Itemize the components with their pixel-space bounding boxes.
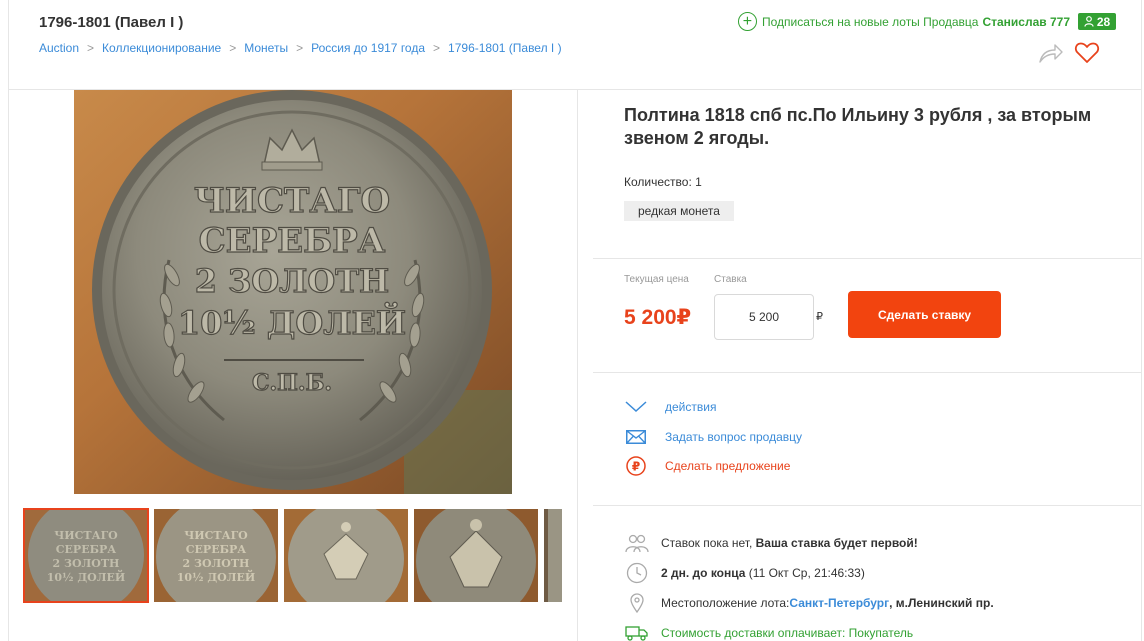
svg-text:2 ЗОЛОТН: 2 ЗОЛОТН xyxy=(53,557,120,570)
frame-border-left xyxy=(8,0,9,641)
clock-icon xyxy=(625,562,649,584)
bid-currency-mark: ₽ xyxy=(816,311,823,323)
ask-seller-link[interactable]: Задать вопрос продавцу xyxy=(625,428,802,446)
subscribe-text: Подписаться на новые лоты Продавца xyxy=(761,14,979,29)
bid-label: Ставка xyxy=(714,274,747,285)
thumbnail-4[interactable] xyxy=(414,509,538,602)
breadcrumb-coins[interactable]: Монеты xyxy=(244,41,288,55)
svg-text:СЕРЕБРА: СЕРЕБРА xyxy=(186,543,246,556)
location-rest: , м.Ленинский пр. xyxy=(889,596,994,610)
breadcrumb: Auction > Коллекционирование > Монеты > … xyxy=(39,41,562,55)
seller-name[interactable]: Станислав 777 xyxy=(982,15,1070,29)
delivery-info: Стоимость доставки оплачивает: Покупател… xyxy=(625,622,913,641)
svg-text:ЧИСТАГО: ЧИСТАГО xyxy=(184,529,248,542)
seller-rating-badge[interactable]: 28 xyxy=(1078,13,1116,30)
breadcrumb-separator: > xyxy=(433,41,441,55)
column-divider xyxy=(577,90,578,641)
bids-status-bold: Ваша ставка будет первой! xyxy=(755,536,918,550)
svg-text:10½ ДОЛЕЙ: 10½ ДОЛЕЙ xyxy=(177,569,255,584)
chevron-down-icon xyxy=(625,398,647,416)
page-title: 1796-1801 (Павел I ) xyxy=(39,14,184,31)
svg-text:10½ ДОЛЕЙ: 10½ ДОЛЕЙ xyxy=(47,569,125,584)
coin-inscription-line-5: С.П.Б. xyxy=(252,370,332,396)
place-bid-button[interactable]: Сделать ставку xyxy=(848,291,1001,338)
breadcrumb-separator: > xyxy=(296,41,304,55)
time-left-date: (11 Окт Ср, 21:46:33) xyxy=(748,566,865,580)
main-lot-photo[interactable]: ЧИСТАГО СЕРЕБРА 2 ЗОЛОТН 10½ ДОЛЕЙ С.П.Б… xyxy=(74,90,512,494)
share-icon[interactable] xyxy=(1038,42,1064,64)
actions-dropdown[interactable]: действия xyxy=(625,398,716,416)
thumbnail-2[interactable]: ЧИСТАГО СЕРЕБРА 2 ЗОЛОТН 10½ ДОЛЕЙ xyxy=(154,509,278,602)
thumbnail-3[interactable] xyxy=(284,509,408,602)
breadcrumb-russia-before-1917[interactable]: Россия до 1917 года xyxy=(311,41,425,55)
svg-text:₽: ₽ xyxy=(632,460,640,474)
svg-text:ЧИСТАГО: ЧИСТАГО xyxy=(54,529,118,542)
envelope-icon xyxy=(625,428,647,446)
bids-status: Ставок пока нет, Ваша ставка будет перво… xyxy=(625,532,918,554)
lot-location: Местоположение лота: Санкт-Петербург, м.Л… xyxy=(625,592,994,614)
coin-inscription-line-2: СЕРЕБРА xyxy=(199,221,386,261)
coin-inscription-line-1: ЧИСТАГО xyxy=(194,181,390,221)
section-divider xyxy=(593,372,1141,373)
map-pin-icon xyxy=(625,592,649,614)
lot-title: Полтина 1818 спб пс.По Ильину 3 рубля , … xyxy=(624,105,1092,148)
bid-amount-input[interactable] xyxy=(714,294,814,340)
user-badge-icon xyxy=(1084,16,1094,27)
current-price: 5 200₽ xyxy=(624,306,692,329)
plus-circle-icon: + xyxy=(737,12,757,31)
delivery-text: Стоимость доставки оплачивает: Покупател… xyxy=(661,626,914,640)
svg-text:2 ЗОЛОТН: 2 ЗОЛОТН xyxy=(183,557,250,570)
users-icon xyxy=(625,532,649,554)
heart-icon[interactable] xyxy=(1074,41,1100,65)
coin-inscription-line-3: 2 ЗОЛОТН xyxy=(195,262,390,300)
time-left-bold: 2 дн. до конца xyxy=(661,566,746,580)
thumbnail-5[interactable] xyxy=(544,509,562,602)
subscribe-seller-link[interactable]: + Подписаться на новые лоты Продавца Ста… xyxy=(737,12,1070,31)
section-divider xyxy=(593,505,1141,506)
seller-rating: 28 xyxy=(1096,14,1111,29)
ask-seller-label: Задать вопрос продавцу xyxy=(665,430,803,444)
svg-text:СЕРЕБРА: СЕРЕБРА xyxy=(56,543,116,556)
make-offer-link[interactable]: ₽ Сделать предложение xyxy=(625,456,791,476)
breadcrumb-separator: > xyxy=(229,41,237,55)
frame-border-right xyxy=(1141,0,1142,641)
thumbnail-1[interactable]: ЧИСТАГО СЕРЕБРА 2 ЗОЛОТН 10½ ДОЛЕЙ xyxy=(23,508,149,603)
truck-icon xyxy=(625,622,649,641)
actions-link-label: действия xyxy=(665,400,717,414)
lot-quantity: Количество: 1 xyxy=(624,175,702,189)
lot-tag[interactable]: редкая монета xyxy=(624,201,734,221)
time-left: 2 дн. до конца (11 Окт Ср, 21:46:33) xyxy=(625,562,865,584)
section-divider xyxy=(593,258,1141,259)
location-city-link[interactable]: Санкт-Петербург xyxy=(789,596,889,610)
current-price-label: Текущая цена xyxy=(624,274,689,285)
breadcrumb-collecting[interactable]: Коллекционирование xyxy=(102,41,221,55)
coin-inscription-line-4: 10½ ДОЛЕЙ xyxy=(178,302,406,342)
bids-status-text: Ставок пока нет, xyxy=(661,536,753,550)
breadcrumb-separator: > xyxy=(87,41,95,55)
make-offer-label: Сделать предложение xyxy=(665,459,791,473)
breadcrumb-paul-i[interactable]: 1796-1801 (Павел I ) xyxy=(448,41,562,55)
photo-thumbnails: ЧИСТАГО СЕРЕБРА 2 ЗОЛОТН 10½ ДОЛЕЙ ЧИСТАГО С… xyxy=(23,508,562,603)
location-label: Местоположение лота: xyxy=(661,596,790,610)
ruble-circle-icon: ₽ xyxy=(625,456,647,476)
breadcrumb-auction[interactable]: Auction xyxy=(39,41,79,55)
